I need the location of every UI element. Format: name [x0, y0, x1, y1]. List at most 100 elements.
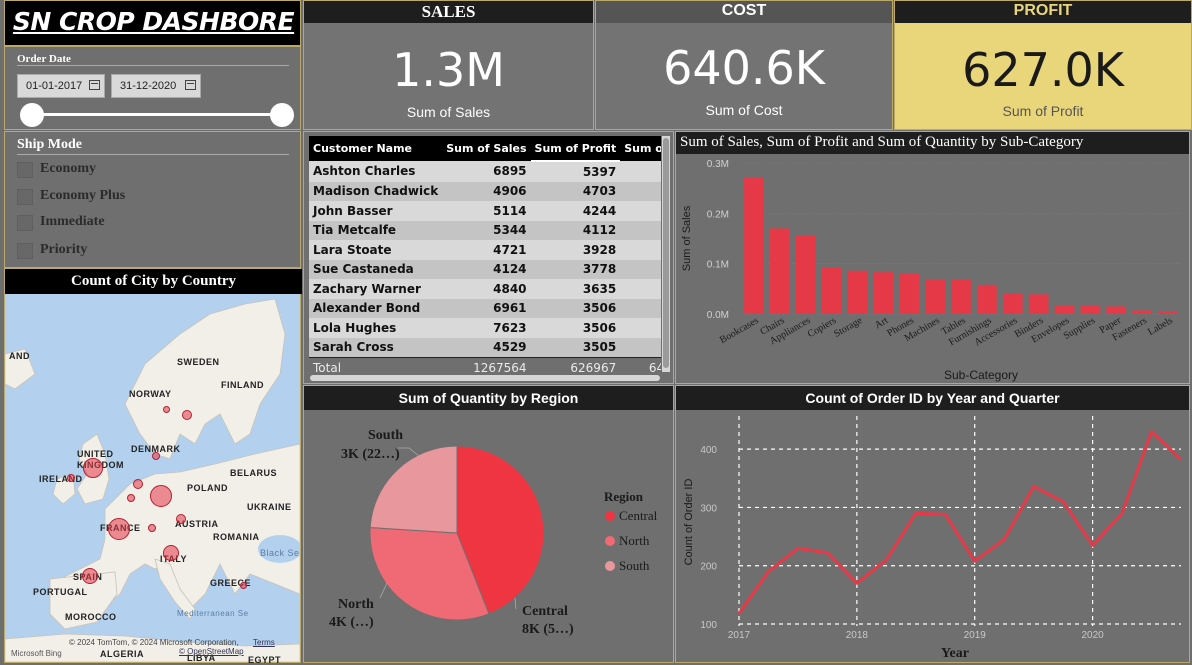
- terms-link[interactable]: Terms: [253, 638, 275, 647]
- bing-logo: Microsoft Bing: [11, 649, 62, 658]
- table-row[interactable]: Ashton Charles68955397149: [309, 161, 661, 182]
- column-header[interactable]: Sum of Co: [620, 136, 661, 161]
- order-count-line[interactable]: [737, 430, 1183, 615]
- city-bubble[interactable]: [163, 406, 170, 413]
- table-cell: 5344: [442, 220, 531, 240]
- table-row[interactable]: Zachary Warner48403635120: [309, 279, 661, 299]
- bar-chart-svg[interactable]: 0.0M0.1M0.2M0.3MBookcasesChairsAppliance…: [676, 154, 1189, 383]
- bar[interactable]: [769, 228, 790, 314]
- table-row[interactable]: Alexander Bond69613506345: [309, 298, 661, 318]
- range-end-handle[interactable]: [270, 103, 294, 127]
- table-row[interactable]: Sarah Cross45293505102: [309, 337, 661, 358]
- card-title: SALES: [304, 1, 593, 23]
- bar[interactable]: [925, 279, 945, 314]
- date-range-track[interactable]: [31, 113, 286, 116]
- table-cell: 5114: [442, 201, 531, 221]
- x-tick-label: 2017: [728, 630, 751, 641]
- customer-table-viewport[interactable]: Customer Name Sum of Sales Sum of Profit…: [309, 136, 661, 376]
- start-date-input[interactable]: 01-01-2017: [17, 74, 105, 98]
- city-bubble[interactable]: [182, 410, 192, 420]
- total-cell: 64059: [620, 357, 661, 376]
- city-bubble[interactable]: [163, 545, 179, 561]
- bar[interactable]: [744, 177, 764, 314]
- data-label-name: Central: [522, 604, 568, 619]
- horizontal-scrollbar[interactable]: [310, 375, 660, 381]
- chart-title: Sum of Sales, Sum of Profit and Sum of Q…: [676, 132, 1189, 154]
- vertical-scrollbar[interactable]: [662, 136, 670, 372]
- ship-mode-slicer: Ship Mode Economy Economy Plus Immediate…: [4, 131, 301, 268]
- bar[interactable]: [1158, 310, 1178, 314]
- card-subtitle: Sum of Profit: [1002, 103, 1084, 119]
- checkbox[interactable]: [17, 243, 33, 259]
- legend-marker[interactable]: [605, 561, 615, 571]
- bar[interactable]: [1002, 293, 1023, 314]
- column-header[interactable]: Customer Name: [309, 136, 443, 161]
- table-cell: Ashton Charles: [309, 161, 443, 182]
- bar[interactable]: [873, 272, 894, 314]
- legend-marker[interactable]: [605, 511, 615, 521]
- checkbox[interactable]: [17, 162, 33, 178]
- city-bubble[interactable]: [82, 568, 98, 584]
- card-value: 627.0K: [962, 43, 1124, 97]
- chart-title: Sum of Quantity by Region: [304, 386, 673, 410]
- line-chart-svg[interactable]: 100 200 300 400 2017 2018 2019 2020 Count of Ord…: [676, 410, 1189, 662]
- bar[interactable]: [1028, 294, 1049, 314]
- table-row[interactable]: Madison Chadwick4906470320: [309, 181, 661, 201]
- city-bubble[interactable]: [150, 485, 172, 507]
- scrollbar-thumb[interactable]: [663, 138, 669, 368]
- column-header-sorted[interactable]: Sum of Profit: [530, 136, 621, 162]
- start-date-value: 01-01-2017: [26, 80, 83, 92]
- city-by-country-map[interactable]: Count of City by Country SWEDEN FINLAND …: [4, 268, 302, 665]
- table-total-row: Total126756462696764059: [309, 357, 661, 376]
- range-start-handle[interactable]: [20, 103, 44, 127]
- city-bubble[interactable]: [83, 458, 103, 478]
- city-bubble[interactable]: [108, 518, 130, 540]
- osm-link[interactable]: © OpenStreetMap: [179, 647, 244, 656]
- bar[interactable]: [795, 234, 816, 314]
- y-tick-label: 0.2M: [707, 209, 729, 220]
- bar[interactable]: [1080, 305, 1101, 314]
- bar[interactable]: [821, 267, 842, 314]
- checkbox[interactable]: [17, 189, 33, 205]
- legend-marker[interactable]: [605, 536, 615, 546]
- table-row[interactable]: Lara Stoate4721392879: [309, 240, 661, 260]
- table-row[interactable]: Sue Castaneda4124377834: [309, 259, 661, 279]
- table-cell: 20: [620, 181, 661, 201]
- city-bubble[interactable]: [133, 479, 143, 489]
- leader-line: [514, 597, 517, 610]
- bar[interactable]: [1132, 310, 1153, 314]
- map-label: AND: [9, 351, 30, 361]
- city-bubble[interactable]: [240, 582, 247, 589]
- map-attribution: © 2024 TomTom, © 2024 Microsoft Corporat…: [69, 638, 239, 647]
- card-value: 1.3M: [392, 43, 505, 97]
- checkbox[interactable]: [17, 215, 33, 231]
- bar[interactable]: [1054, 305, 1075, 314]
- map-label: POLAND: [187, 483, 228, 493]
- pie-chart-svg[interactable]: Central 8K (5…) North 4K (…) South 3K (22…) Re…: [304, 410, 673, 662]
- card-value: 640.6K: [663, 41, 825, 95]
- table-cell: 87: [620, 201, 661, 221]
- column-header[interactable]: Sum of Sales: [442, 136, 531, 161]
- table-row[interactable]: John Basser5114424487: [309, 201, 661, 221]
- table-cell: 4529: [442, 337, 531, 358]
- bar[interactable]: [899, 273, 920, 314]
- map-label: SWEDEN: [177, 357, 220, 367]
- city-bubble[interactable]: [67, 474, 75, 482]
- table-row[interactable]: Tia Metcalfe53444112123: [309, 220, 661, 240]
- bar[interactable]: [847, 270, 868, 314]
- bar[interactable]: [951, 279, 971, 314]
- map-label: UKRAINE: [247, 502, 292, 512]
- table-cell: 411: [620, 318, 661, 338]
- city-bubble[interactable]: [176, 514, 186, 524]
- map-title: Count of City by Country: [5, 269, 302, 294]
- calendar-icon[interactable]: [89, 80, 100, 90]
- city-bubble[interactable]: [148, 524, 156, 532]
- table-row[interactable]: Lola Hughes76233506411: [309, 318, 661, 338]
- calendar-icon[interactable]: [185, 80, 196, 90]
- bar[interactable]: [977, 284, 997, 314]
- city-bubble[interactable]: [152, 452, 160, 460]
- y-axis-title: Sum of Sales: [681, 205, 693, 271]
- city-bubble[interactable]: [127, 494, 135, 502]
- bar[interactable]: [1106, 306, 1127, 314]
- end-date-input[interactable]: 31-12-2020: [111, 74, 201, 98]
